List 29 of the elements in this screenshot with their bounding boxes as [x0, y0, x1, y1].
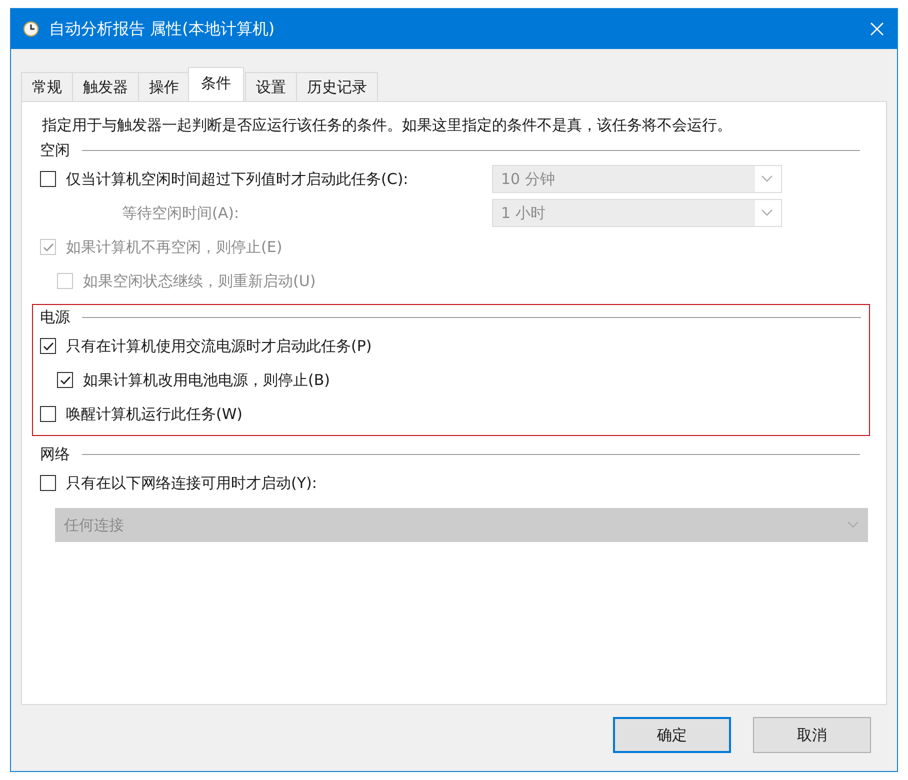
- checkbox[interactable]: [40, 406, 56, 422]
- ok-button[interactable]: 确定: [613, 717, 731, 753]
- checkbox-label: 只有在以下网络连接可用时才启动(Y):: [66, 474, 317, 492]
- tab[interactable]: 设置: [245, 72, 297, 101]
- tab[interactable]: 常规: [21, 72, 73, 101]
- tab[interactable]: 条件: [188, 67, 244, 101]
- description-text: 指定用于与触发器一起判断是否应运行该任务的条件。如果这里指定的条件不是真，该任务将不会运行。: [41, 116, 733, 136]
- checkbox[interactable]: [40, 338, 56, 354]
- checkbox-label: 只有在计算机使用交流电源时才启动此任务(P): [66, 336, 372, 356]
- section-title: 电源: [40, 308, 70, 326]
- checkbox[interactable]: [40, 171, 56, 187]
- chevron-down-icon: [761, 175, 773, 183]
- checkbox[interactable]: [40, 475, 56, 491]
- tab[interactable]: 历史记录: [296, 72, 378, 101]
- section-title: 空闲: [40, 140, 70, 160]
- section-title: 网络: [40, 444, 70, 464]
- cancel-button[interactable]: 取消: [753, 717, 871, 753]
- checkbox-label: 唤醒计算机运行此任务(W): [66, 404, 243, 424]
- checkbox-label: 如果计算机改用电池电源，则停止(B): [83, 370, 330, 390]
- field-label: 等待空闲时间(A):: [122, 204, 240, 222]
- window-title: 自动分析报告 属性(本地计算机): [49, 18, 276, 40]
- chevron-down-icon: [761, 209, 773, 217]
- checkbox-label: 仅当计算机空闲时间超过下列值时才启动此任务(C):: [66, 170, 408, 188]
- checkbox-label: 如果计算机不再空闲，则停止(E): [66, 238, 282, 256]
- close-icon[interactable]: [869, 21, 885, 37]
- chevron-down-icon: [847, 521, 859, 529]
- clock-icon: [23, 21, 39, 37]
- checkbox[interactable]: [57, 372, 73, 388]
- checkbox-label: 如果空闲状态继续，则重新启动(U): [83, 272, 316, 290]
